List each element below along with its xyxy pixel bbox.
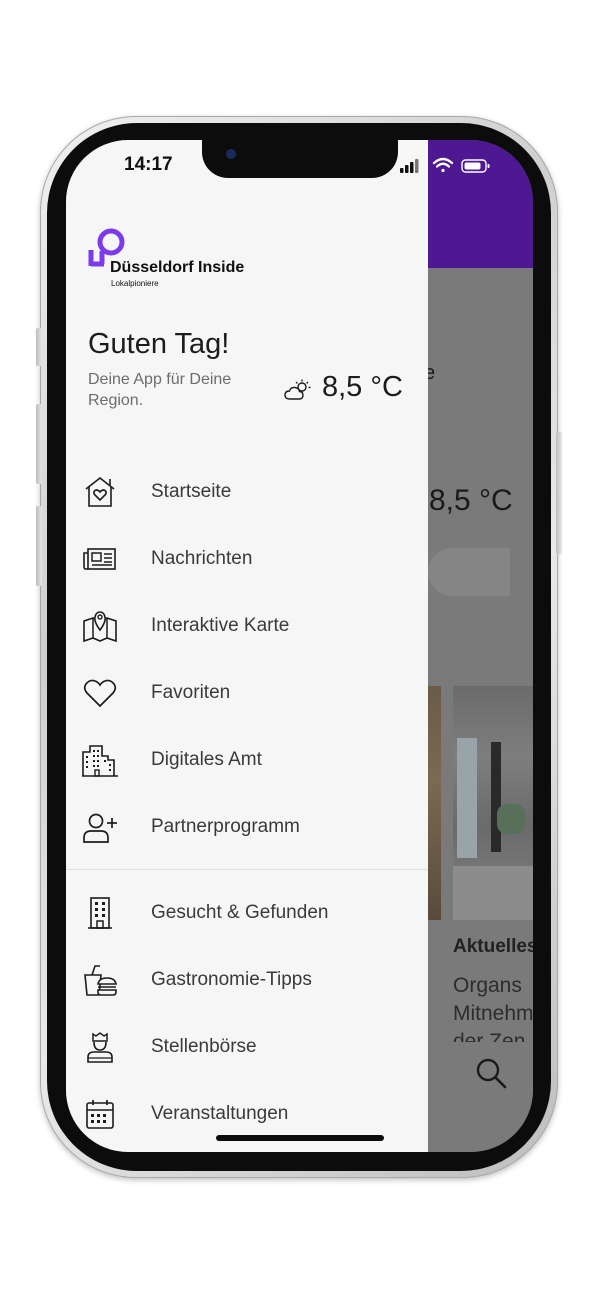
bg-card-title: Aktuelles — [453, 936, 533, 957]
bg-card-image-left — [427, 686, 441, 920]
newspaper-icon — [82, 541, 118, 577]
volume-up-button — [36, 404, 42, 484]
menu-label: Gastronomie-Tipps — [151, 969, 312, 990]
volume-down-button — [36, 506, 42, 586]
calendar-icon — [82, 1096, 118, 1132]
mute-switch — [36, 328, 42, 366]
wifi-icon — [432, 157, 454, 173]
menu-item-gesucht-gefunden[interactable]: Gesucht & Gefunden — [66, 887, 428, 939]
bg-temperature: 8,5 °C — [429, 484, 513, 517]
status-icons — [400, 156, 500, 176]
heart-icon — [82, 675, 118, 711]
burger-drink-icon — [82, 962, 118, 998]
building-icon — [82, 895, 118, 931]
temperature-value: 8,5 °C — [322, 371, 403, 403]
map-icon — [82, 608, 118, 644]
bg-card-text: Organs Mitnehm der Zen — [453, 974, 533, 1042]
logo-subtitle: Lokalpioniere — [111, 279, 159, 288]
menu-label: Partnerprogramm — [151, 816, 300, 837]
bg-search-pill — [428, 548, 510, 596]
power-button — [556, 432, 562, 554]
menu-label: Startseite — [151, 481, 232, 502]
screen: e 8,5 °C Aktuelles Organs Mitnehm der Ze… — [66, 140, 533, 1152]
menu-divider — [66, 869, 428, 870]
tagline-text: Deine App für Deine Region. — [88, 371, 232, 409]
menu-label: Interaktive Karte — [151, 615, 290, 636]
city-buildings-icon — [82, 742, 118, 778]
notch — [202, 140, 398, 178]
logo-title: Düsseldorf Inside — [110, 259, 245, 276]
front-camera — [226, 149, 236, 159]
greeting-heading: Guten Tag! — [88, 328, 230, 360]
menu-item-digitales-amt[interactable]: Digitales Amt — [66, 734, 428, 786]
add-user-icon — [82, 809, 118, 845]
home-heart-icon — [82, 474, 118, 510]
signal-icon — [400, 159, 419, 173]
menu-item-partnerprogramm[interactable]: Partnerprogramm — [66, 801, 428, 853]
menu-label: Stellenbörse — [151, 1036, 257, 1057]
partly-cloudy-icon — [284, 379, 312, 401]
menu-item-nachrichten[interactable]: Nachrichten — [66, 533, 428, 585]
worker-icon — [82, 1029, 118, 1065]
menu-item-interaktive-karte[interactable]: Interaktive Karte — [66, 600, 428, 652]
home-indicator[interactable] — [216, 1135, 384, 1141]
menu-label: Favoriten — [151, 682, 231, 703]
menu-item-startseite[interactable]: Startseite — [66, 466, 428, 518]
menu-label: Nachrichten — [151, 548, 253, 569]
menu-item-veranstaltungen[interactable]: Veranstaltungen — [66, 1088, 428, 1140]
bg-card-image — [453, 686, 533, 920]
menu-label: Veranstaltungen — [151, 1103, 289, 1124]
menu-item-stellenboerse[interactable]: Stellenbörse — [66, 1021, 428, 1073]
battery-icon — [461, 159, 490, 173]
menu-label: Gesucht & Gefunden — [151, 902, 329, 923]
navigation-drawer: Düsseldorf Inside Lokalpioniere Guten Ta… — [66, 140, 428, 1152]
status-time: 14:17 — [124, 154, 173, 175]
search-icon[interactable] — [474, 1056, 508, 1090]
menu-label: Digitales Amt — [151, 749, 262, 770]
menu-item-favoriten[interactable]: Favoriten — [66, 667, 428, 719]
menu-item-gastronomie-tipps[interactable]: Gastronomie-Tipps — [66, 954, 428, 1006]
